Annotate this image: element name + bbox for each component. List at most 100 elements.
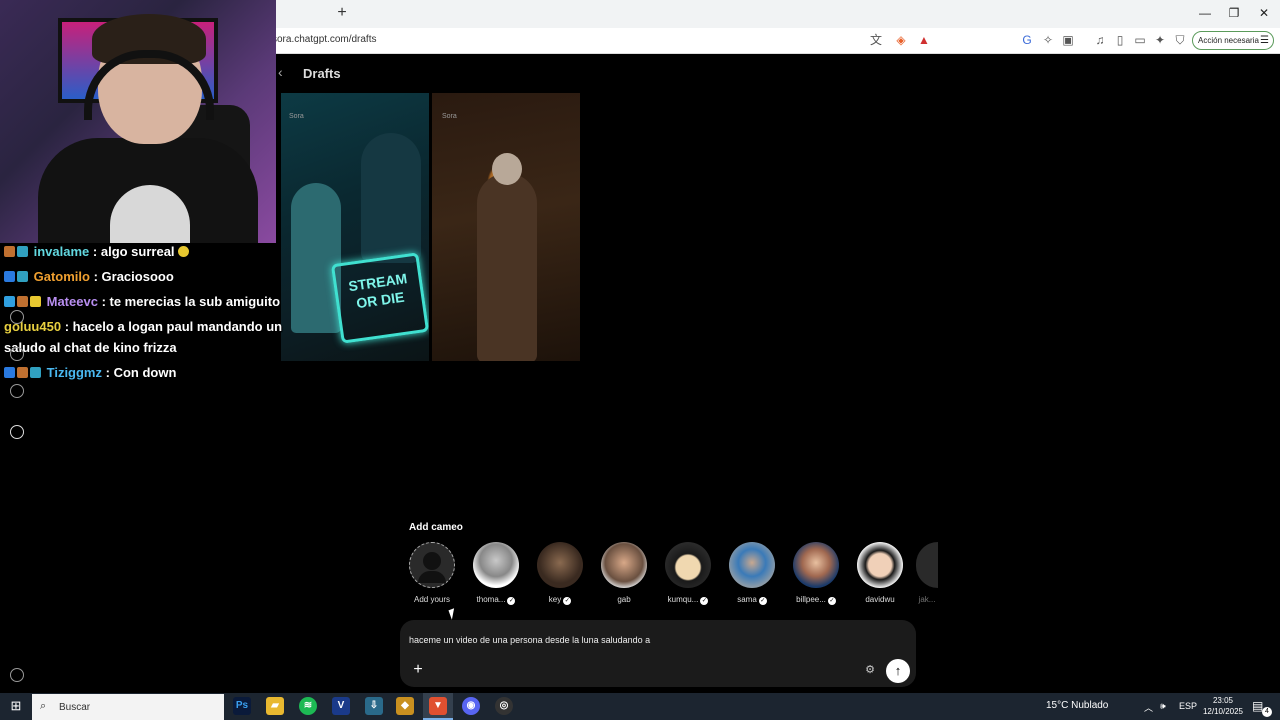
windows-start-icon[interactable]: ⊞ <box>8 698 24 714</box>
screen: + — ❐ ✕ sora.chatgpt.com/drafts 文 ◈ ▲ G … <box>0 0 1280 720</box>
cameo-name: thoma... <box>476 595 506 604</box>
chat-message: Mateevc : te merecias la sub amiguito <box>4 291 294 312</box>
spotify-icon[interactable]: ≋ <box>299 697 317 715</box>
send-button[interactable]: ↑ <box>886 659 910 683</box>
cameo-item[interactable]: kumqu... ✓ <box>664 542 712 605</box>
translate-icon[interactable]: 文 <box>868 32 884 48</box>
webcam-overlay <box>0 0 276 243</box>
shield-app-icon[interactable]: ◆ <box>396 697 414 715</box>
tray-chevron-icon[interactable]: ︿ <box>1144 701 1153 714</box>
mascot-figure <box>291 183 341 333</box>
chat-badge-icon <box>30 367 41 378</box>
volume-icon[interactable]: 🕪 <box>1160 701 1166 712</box>
search-icon[interactable] <box>10 347 24 361</box>
chat-text: : algo surreal <box>92 244 175 259</box>
google-translate-icon[interactable]: G <box>1019 32 1035 48</box>
restore-button[interactable]: ❐ <box>1219 2 1249 24</box>
obs-icon[interactable]: ◎ <box>495 697 513 715</box>
discord-icon[interactable]: ◉ <box>462 697 480 715</box>
person-figure <box>477 173 537 361</box>
cameo-item[interactable]: key ✓ <box>536 542 584 605</box>
clock[interactable]: 23:05 12/10/2025 <box>1200 695 1246 717</box>
sidebar-icon[interactable]: ▯ <box>1112 32 1128 48</box>
profile-icon[interactable] <box>10 425 24 439</box>
chat-badge-icon <box>4 296 15 307</box>
play-icon[interactable] <box>10 310 24 324</box>
chat-badge-icon <box>4 271 15 282</box>
extensions-icon[interactable]: ✧ <box>1040 32 1056 48</box>
cameo-item[interactable]: sama ✓ <box>728 542 776 605</box>
new-tab-button[interactable]: + <box>334 4 350 22</box>
music-icon[interactable]: ♫ <box>1092 32 1108 48</box>
leo-ai-icon[interactable]: ✦ <box>1152 32 1168 48</box>
cameo-name: sama <box>737 595 757 604</box>
weather-widget[interactable]: 15°C Nublado <box>1046 700 1108 711</box>
avatar <box>601 542 647 588</box>
settings-button[interactable]: ⚙ <box>860 661 880 679</box>
stream-chat: invalame : algo surreal Gatomilo : Graci… <box>4 241 294 387</box>
prompt-input[interactable]: haceme un video de una persona desde la … <box>409 635 650 645</box>
v-app-icon[interactable]: V <box>332 697 350 715</box>
cameo-title: Add cameo <box>409 522 463 533</box>
cameo-name: davidwu <box>865 595 895 604</box>
avatar <box>665 542 711 588</box>
cameo-item[interactable]: davidwu <box>856 542 904 604</box>
cameo-item[interactable]: thoma... ✓ <box>472 542 520 605</box>
language-indicator[interactable]: ESP <box>1179 701 1197 711</box>
back-button[interactable]: ‹ <box>278 64 283 80</box>
file-explorer-icon[interactable]: ▰ <box>266 697 284 715</box>
minimize-button[interactable]: — <box>1190 2 1220 24</box>
taskbar-search[interactable]: ⌕ Buscar <box>32 694 224 720</box>
brave-browser-icon[interactable]: ▼ <box>429 697 447 715</box>
cameo-item[interactable]: billpee... ✓ <box>792 542 840 605</box>
screenshot-icon[interactable]: ▣ <box>1060 32 1076 48</box>
add-attachment-button[interactable]: + <box>409 661 427 679</box>
page-title: Drafts <box>303 66 341 81</box>
verified-icon: ✓ <box>700 597 709 605</box>
chat-message: invalame : algo surreal <box>4 241 294 262</box>
action-required-label: Acción necesaria <box>1198 36 1259 45</box>
cameo-item[interactable]: gab <box>600 542 648 604</box>
person-head <box>492 153 522 185</box>
close-window-button[interactable]: ✕ <box>1249 2 1279 24</box>
neon-sign: STREAM OR DIE <box>330 252 429 344</box>
chat-badge-icon <box>17 296 28 307</box>
vpn-icon[interactable]: ⛉ <box>1172 32 1188 48</box>
chat-badge-icon <box>4 367 15 378</box>
wolf-figure <box>361 133 421 263</box>
chat-username: Gatomilo <box>33 269 90 284</box>
taskbar: ⊞ ⌕ Buscar Ps ▰ ≋ V ⇩ ◆ ▼ ◉ ◎ 15°C Nubla… <box>0 693 1280 720</box>
emote-icon <box>178 246 190 257</box>
app-icon[interactable]: ⇩ <box>365 697 383 715</box>
chat-username: invalame <box>33 244 90 259</box>
draft-thumbnail[interactable]: Sora STREAM OR DIE <box>281 93 429 361</box>
avatar <box>537 542 583 588</box>
cameo-name: jak... <box>918 595 936 604</box>
action-required-button[interactable]: Acción necesaria ☰ <box>1192 31 1274 50</box>
photoshop-icon[interactable]: Ps <box>233 697 251 715</box>
wallet-icon[interactable]: ▭ <box>1132 32 1148 48</box>
more-icon[interactable] <box>10 668 24 682</box>
bell-icon[interactable] <box>10 384 24 398</box>
brave-rewards-icon[interactable]: ▲ <box>916 32 932 48</box>
cameo-add-yours[interactable]: Add yours <box>408 542 456 604</box>
crown-badge-icon <box>30 296 41 307</box>
chat-badge-icon <box>17 246 28 257</box>
avatar <box>473 542 519 588</box>
cameo-name: billpee... <box>796 595 826 604</box>
avatar <box>857 542 903 588</box>
avatar <box>793 542 839 588</box>
cameo-name: gab <box>617 595 631 604</box>
brave-shield-icon[interactable]: ◈ <box>893 32 909 48</box>
cameo-item[interactable]: jak... <box>916 542 938 604</box>
chat-text: : Con down <box>105 365 177 380</box>
sora-watermark: Sora <box>442 113 457 120</box>
chat-text: : Graciosooo <box>93 269 174 284</box>
cameo-name: key <box>548 595 562 604</box>
chat-message: goluu450 : hacelo a logan paul mandando … <box>4 316 294 358</box>
page-header: ‹ Drafts <box>270 54 1280 94</box>
cameo-name: Add yours <box>413 595 451 604</box>
mouse-cursor <box>448 608 458 620</box>
draft-thumbnail[interactable]: Sora <box>432 93 580 361</box>
url-field[interactable]: sora.chatgpt.com/drafts <box>272 34 377 45</box>
